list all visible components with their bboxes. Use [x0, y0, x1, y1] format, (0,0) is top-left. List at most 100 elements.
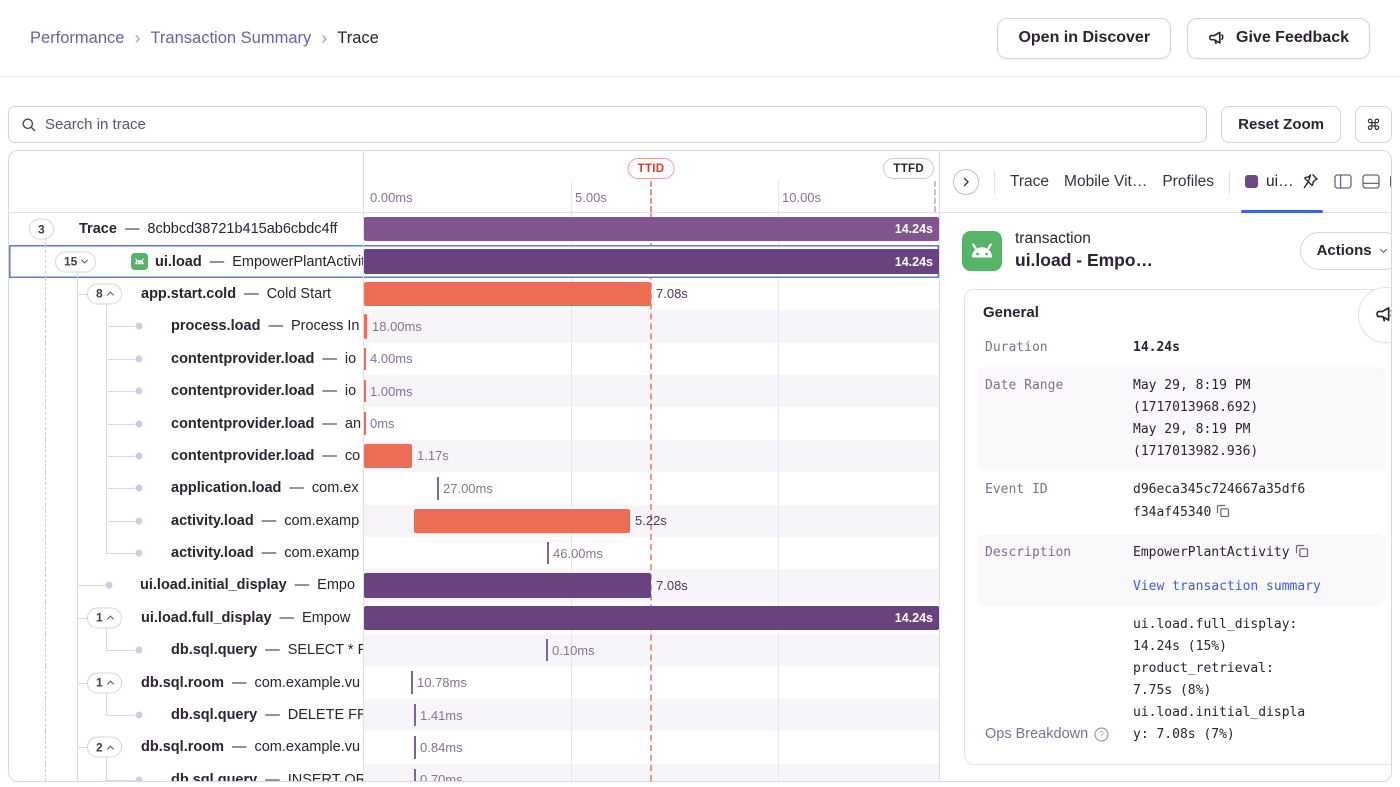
span-bar[interactable]	[414, 509, 630, 533]
breadcrumb-transaction-summary[interactable]: Transaction Summary	[150, 29, 311, 48]
span-op: db.sql.query	[171, 707, 257, 723]
span-bar[interactable]	[414, 736, 416, 758]
span-bar[interactable]	[364, 444, 412, 468]
expand-count-pill[interactable]: 15	[55, 251, 96, 272]
span-bar[interactable]	[411, 671, 413, 693]
give-feedback-button[interactable]: Give Feedback	[1187, 18, 1370, 59]
span-op: ui.load	[155, 254, 202, 270]
copy-icon[interactable]	[1295, 544, 1309, 566]
copy-icon[interactable]	[1216, 504, 1230, 526]
tree-connector	[45, 472, 46, 504]
open-in-discover-button[interactable]: Open in Discover	[997, 18, 1171, 59]
trace-row-ui.load.full_display[interactable]: 1ui.load.full_display—Empow14.24s	[9, 602, 939, 634]
tree-connector	[45, 602, 46, 634]
tab-span-details[interactable]: ui…	[1245, 151, 1319, 212]
span-op: ui.load.initial_display	[140, 577, 287, 593]
kv-key: Date Range	[985, 375, 1133, 463]
layout-bottom-icon[interactable]	[1362, 174, 1380, 189]
trace-row-contentprovider.load[interactable]: contentprovider.load—an0ms	[9, 407, 939, 439]
gridline	[778, 181, 779, 212]
transaction-title: transaction ui.load - Empo…	[1015, 230, 1153, 271]
trace-row-contentprovider.load[interactable]: contentprovider.load—co1.17s	[9, 440, 939, 472]
span-bar[interactable]	[364, 412, 366, 434]
tree-header	[9, 151, 364, 212]
trace-row-Trace[interactable]: 3Trace—8cbbcd38721b415ab6cbdc4ff14.24s	[9, 213, 939, 245]
trace-row-app.start.cold[interactable]: 8app.start.cold—Cold Start7.08s	[9, 278, 939, 310]
axis-tick: 10.00s	[782, 190, 821, 205]
trace-row-activity.load[interactable]: activity.load—com.examp5.22s	[9, 505, 939, 537]
span-timeline-cell: 1.41ms	[364, 699, 939, 731]
span-tree-cell: db.sql.query—SELECT * F	[9, 634, 364, 666]
tree-connector	[77, 440, 78, 472]
span-timeline-cell: 18.00ms	[364, 310, 939, 342]
trace-row-activity.load[interactable]: activity.load—com.examp46.00ms	[9, 537, 939, 569]
span-bar[interactable]	[364, 380, 366, 402]
reset-zoom-button[interactable]: Reset Zoom	[1221, 106, 1341, 143]
span-bar[interactable]	[414, 704, 416, 726]
trace-row-db.sql.query[interactable]: db.sql.query—DELETE FR1.41ms	[9, 699, 939, 731]
help-icon[interactable]: ?	[1094, 727, 1109, 742]
tree-node-dot-icon	[136, 452, 143, 459]
span-separator: —	[232, 739, 247, 755]
span-label: app.start.cold—Cold Start	[141, 278, 331, 310]
span-duration-label: 5.22s	[635, 505, 667, 537]
trace-row-application.load[interactable]: application.load—com.ex27.00ms	[9, 472, 939, 504]
shortcut-button[interactable]: ⌘	[1355, 106, 1392, 143]
ttid-badge[interactable]: TTID	[628, 158, 675, 179]
android-icon	[962, 231, 1002, 271]
span-bar[interactable]	[364, 348, 366, 370]
tab-trace[interactable]: Trace	[1010, 173, 1049, 191]
span-bar[interactable]	[414, 769, 416, 781]
trace-row-db.sql.query[interactable]: db.sql.query—INSERT OR0.70ms	[9, 764, 939, 781]
kv-value: EmpowerPlantActivityView transaction sum…	[1133, 542, 1378, 598]
pin-tab-button[interactable]	[1302, 173, 1319, 190]
span-bar[interactable]: 14.24s	[364, 249, 939, 273]
expand-count-pill[interactable]: 2	[87, 737, 122, 758]
span-timeline-cell: 14.24s	[364, 245, 939, 277]
kv-row-event-id: Event IDd96eca345c724667a35df6f34af45340	[977, 471, 1386, 533]
expand-count-pill[interactable]: 1	[87, 672, 122, 693]
span-bar[interactable]: 14.24s	[364, 606, 939, 630]
kv-value: 14.24s	[1133, 337, 1378, 359]
kv-row-date-range: Date RangeMay 29, 8:19 PM(1717013968.692…	[977, 367, 1386, 471]
expand-count-pill[interactable]: 8	[87, 283, 122, 304]
span-bar[interactable]	[364, 314, 367, 338]
view-transaction-summary-link[interactable]: View transaction summary	[1133, 576, 1378, 598]
trace-row-ui.load[interactable]: 15ui.load—EmpowerPlantActivity14.24s	[9, 245, 939, 277]
span-op: application.load	[171, 480, 281, 496]
trace-row-contentprovider.load[interactable]: contentprovider.load—io1.00ms	[9, 375, 939, 407]
tree-connector	[77, 585, 105, 586]
trace-row-db.sql.room[interactable]: 2db.sql.room—com.example.vu0.84ms	[9, 731, 939, 763]
span-tree-cell: process.load—Process In	[9, 310, 364, 342]
span-bar[interactable]: 14.24s	[364, 217, 939, 241]
span-label: contentprovider.load—co	[171, 440, 360, 472]
tab-profiles[interactable]: Profiles	[1162, 173, 1214, 191]
span-description: Empow	[302, 610, 350, 626]
tab-mobile-vitals[interactable]: Mobile Vit…	[1064, 173, 1147, 191]
span-tree-cell: 8 app.start.cold—Cold Start	[9, 278, 364, 310]
span-bar[interactable]	[546, 639, 548, 661]
trace-row-contentprovider.load[interactable]: contentprovider.load—io4.00ms	[9, 343, 939, 375]
span-bar[interactable]	[364, 573, 651, 597]
span-bar[interactable]	[547, 542, 549, 564]
trace-row-ui.load.initial_display[interactable]: ui.load.initial_display—Empo7.08s	[9, 569, 939, 601]
layout-right-icon[interactable]	[1390, 174, 1392, 189]
drawer-expand-button[interactable]	[953, 169, 979, 195]
ttfd-badge[interactable]: TTFD	[883, 158, 934, 179]
chevron-up-icon	[107, 745, 114, 752]
drawer-tabs: Trace Mobile Vit… Profiles ui…	[940, 151, 1392, 213]
trace-row-db.sql.query[interactable]: db.sql.query—SELECT * F0.10ms	[9, 634, 939, 666]
span-description: com.ex	[312, 480, 359, 496]
expand-count-pill[interactable]: 3	[29, 219, 54, 240]
chevron-up-icon	[107, 292, 114, 299]
span-bar[interactable]	[364, 282, 651, 306]
actions-dropdown-button[interactable]: Actions	[1300, 232, 1392, 270]
breadcrumb-performance[interactable]: Performance	[30, 29, 124, 48]
trace-row-db.sql.room[interactable]: 1db.sql.room—com.example.vu10.78ms	[9, 666, 939, 698]
span-separator: —	[268, 318, 283, 334]
trace-row-process.load[interactable]: process.load—Process In18.00ms	[9, 310, 939, 342]
layout-left-icon[interactable]	[1334, 174, 1352, 189]
span-bar[interactable]	[437, 477, 439, 499]
search-input[interactable]	[45, 116, 1194, 133]
expand-count-pill[interactable]: 1	[87, 607, 122, 628]
